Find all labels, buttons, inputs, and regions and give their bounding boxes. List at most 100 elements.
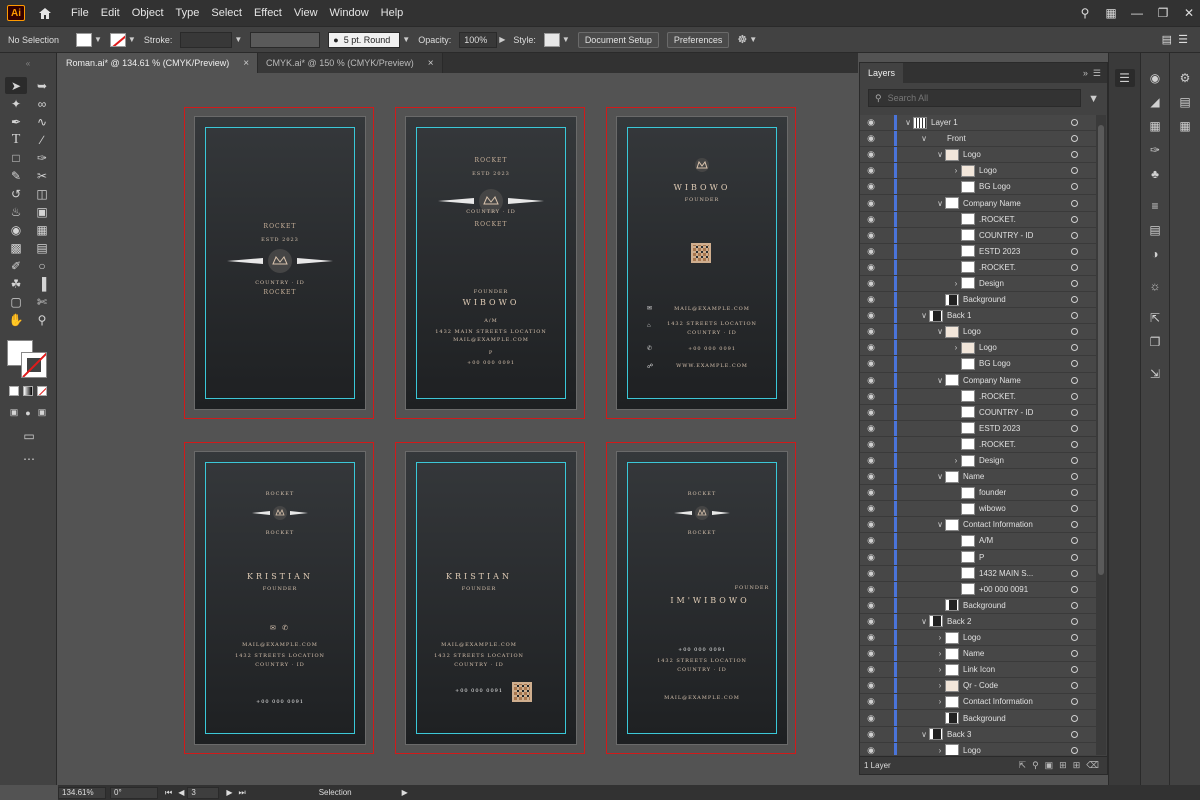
expand-toggle-icon[interactable]: › — [935, 746, 945, 755]
target-circle-icon[interactable] — [1071, 666, 1078, 674]
visibility-eye-icon[interactable]: ◉ — [860, 326, 882, 337]
target-circle-icon[interactable] — [1071, 682, 1078, 690]
target-circle-icon[interactable] — [1071, 521, 1078, 529]
menu-item-view[interactable]: View — [294, 5, 318, 21]
app-logo[interactable]: Ai — [7, 5, 25, 21]
curvature-tool-icon[interactable]: ∿ — [31, 113, 53, 130]
properties-icon[interactable]: ⚙ — [1175, 69, 1195, 87]
warp-tool-icon[interactable]: ♨ — [5, 203, 27, 220]
menu-item-select[interactable]: Select — [211, 5, 242, 21]
search-icon[interactable]: ⚲ — [1074, 3, 1096, 23]
direct-selection-tool-icon[interactable]: ➥ — [31, 77, 53, 94]
layer-row[interactable]: ◉ .ROCKET. — [860, 388, 1096, 405]
export-icon[interactable]: ⇱ — [1019, 760, 1027, 771]
expand-toggle-icon[interactable]: ∨ — [919, 617, 929, 626]
expand-toggle-icon[interactable]: › — [935, 697, 945, 706]
layer-row[interactable]: ◉ .ROCKET. — [860, 436, 1096, 453]
target-circle-icon[interactable] — [1071, 296, 1078, 304]
export-for-screens-icon[interactable]: ⇱ — [1145, 309, 1165, 327]
expand-toggle-icon[interactable]: ∨ — [935, 199, 945, 208]
blend-tool-icon[interactable]: ○ — [31, 257, 53, 274]
type-tool-icon[interactable]: T — [5, 131, 27, 148]
layers-icon[interactable]: ☰ — [1114, 69, 1135, 87]
column-graph-tool-icon[interactable]: ▐ — [31, 275, 53, 292]
visibility-eye-icon[interactable]: ◉ — [860, 391, 882, 402]
hand-tool-icon[interactable]: ✋ — [5, 311, 27, 328]
first-artboard-icon[interactable]: ⏮ — [165, 788, 172, 798]
visibility-eye-icon[interactable]: ◉ — [860, 262, 882, 273]
target-circle-icon[interactable] — [1071, 698, 1078, 706]
visibility-eye-icon[interactable]: ◉ — [860, 230, 882, 241]
gradient-mode-button[interactable] — [23, 386, 33, 396]
perspective-grid-tool-icon[interactable]: ▦ — [31, 221, 53, 238]
fill-control[interactable]: ▼ — [76, 32, 102, 47]
fill-swatch[interactable] — [76, 32, 92, 47]
menu-item-type[interactable]: Type — [176, 5, 200, 21]
layer-row[interactable]: ◉ A/M — [860, 533, 1096, 550]
target-circle-icon[interactable] — [1071, 231, 1078, 239]
visibility-eye-icon[interactable]: ◉ — [860, 471, 882, 482]
lasso-tool-icon[interactable]: ∞ — [31, 95, 53, 112]
layer-row[interactable]: ◉ BG Logo — [860, 356, 1096, 373]
expand-toggle-icon[interactable]: › — [935, 649, 945, 658]
layer-row[interactable]: ◉ ∨ Logo — [860, 147, 1096, 164]
target-circle-icon[interactable] — [1071, 279, 1078, 287]
layers-scrollbar[interactable] — [1096, 115, 1106, 755]
layer-row[interactable]: ◉ › Name — [860, 646, 1096, 663]
symbols-icon[interactable]: ♣ — [1145, 165, 1165, 183]
minimize-button[interactable]: — — [1126, 3, 1148, 23]
target-circle-icon[interactable] — [1071, 344, 1078, 352]
trash-icon[interactable]: ⌫ — [1086, 760, 1099, 771]
layer-row[interactable]: ◉ COUNTRY - ID — [860, 404, 1096, 421]
last-artboard-icon[interactable]: ⏭ — [239, 788, 246, 798]
screen-mode-icon[interactable]: ▭ — [18, 427, 40, 444]
sublayer-icon[interactable]: ⊞ — [1059, 760, 1067, 771]
target-circle-icon[interactable] — [1071, 135, 1078, 143]
panel-menu-icon[interactable]: » ☰ — [1083, 68, 1101, 79]
pen-tool-icon[interactable]: ✒ — [5, 113, 27, 130]
artboard-6[interactable]: ROCKET ROCKET FOUNDER IM'WIBOWO +00 000 … — [606, 442, 796, 754]
layer-row[interactable]: ◉ › Logo — [860, 630, 1096, 647]
magic-wand-tool-icon[interactable]: ✦ — [5, 95, 27, 112]
layer-row[interactable]: ◉ ∨ Back 3 — [860, 726, 1096, 743]
restore-button[interactable]: ❐ — [1152, 3, 1174, 23]
document-tab[interactable]: CMYK.ai* @ 150 % (CMYK/Preview) × — [258, 53, 443, 73]
expand-toggle-icon[interactable]: › — [951, 279, 961, 288]
visibility-eye-icon[interactable]: ◉ — [860, 713, 882, 724]
menu-item-object[interactable]: Object — [132, 5, 164, 21]
target-circle-icon[interactable] — [1071, 601, 1078, 609]
layer-row[interactable]: ◉ › Logo — [860, 340, 1096, 357]
mesh-tool-icon[interactable]: ▩ — [5, 239, 27, 256]
layer-row[interactable]: ◉ ∨ Back 2 — [860, 613, 1096, 630]
visibility-eye-icon[interactable]: ◉ — [860, 729, 882, 740]
brush-control[interactable]: ● 5 pt. Round ▼ — [328, 31, 410, 48]
artboard-tool-icon[interactable]: ▢ — [5, 293, 27, 310]
expand-toggle-icon[interactable]: ∨ — [935, 520, 945, 529]
workspace-switcher-icon[interactable]: ▦ — [1100, 3, 1122, 23]
artboard-4[interactable]: ROCKET ROCKET KRISTIAN FOUNDER ✉ ✆ MAIL@… — [184, 442, 374, 754]
variable-width-input[interactable] — [250, 31, 321, 48]
artboard-number-field[interactable]: 3 — [187, 786, 220, 799]
stroke-color-control[interactable]: ▼ — [109, 32, 136, 47]
draw-normal-icon[interactable]: ▣ — [9, 404, 19, 421]
shaper-tool-icon[interactable]: ✎ — [5, 167, 27, 184]
draw-behind-icon[interactable]: ● — [23, 404, 33, 421]
expand-toggle-icon[interactable]: ∨ — [903, 118, 913, 127]
layer-row[interactable]: ◉ ∨ Company Name — [860, 372, 1096, 389]
visibility-eye-icon[interactable]: ◉ — [860, 358, 882, 369]
layer-row[interactable]: ◉ BG Logo — [860, 179, 1096, 196]
opacity-input[interactable]: 100% — [459, 31, 498, 48]
color-icon[interactable]: ◉ — [1145, 69, 1165, 87]
stroke-color-box[interactable] — [21, 352, 47, 378]
visibility-eye-icon[interactable]: ◉ — [860, 745, 882, 755]
visibility-eye-icon[interactable]: ◉ — [860, 310, 882, 321]
layer-row[interactable]: ◉ founder — [860, 485, 1096, 502]
menu-item-effect[interactable]: Effect — [254, 5, 282, 21]
layer-row[interactable]: ◉ ∨ Front — [860, 131, 1096, 148]
target-circle-icon[interactable] — [1071, 199, 1078, 207]
visibility-eye-icon[interactable]: ◉ — [860, 455, 882, 466]
layer-row[interactable]: ◉ Background — [860, 292, 1096, 309]
panel-collapse-icon[interactable]: « — [0, 53, 56, 73]
visibility-eye-icon[interactable]: ◉ — [860, 439, 882, 450]
swatches-icon[interactable]: ▦ — [1145, 117, 1165, 135]
